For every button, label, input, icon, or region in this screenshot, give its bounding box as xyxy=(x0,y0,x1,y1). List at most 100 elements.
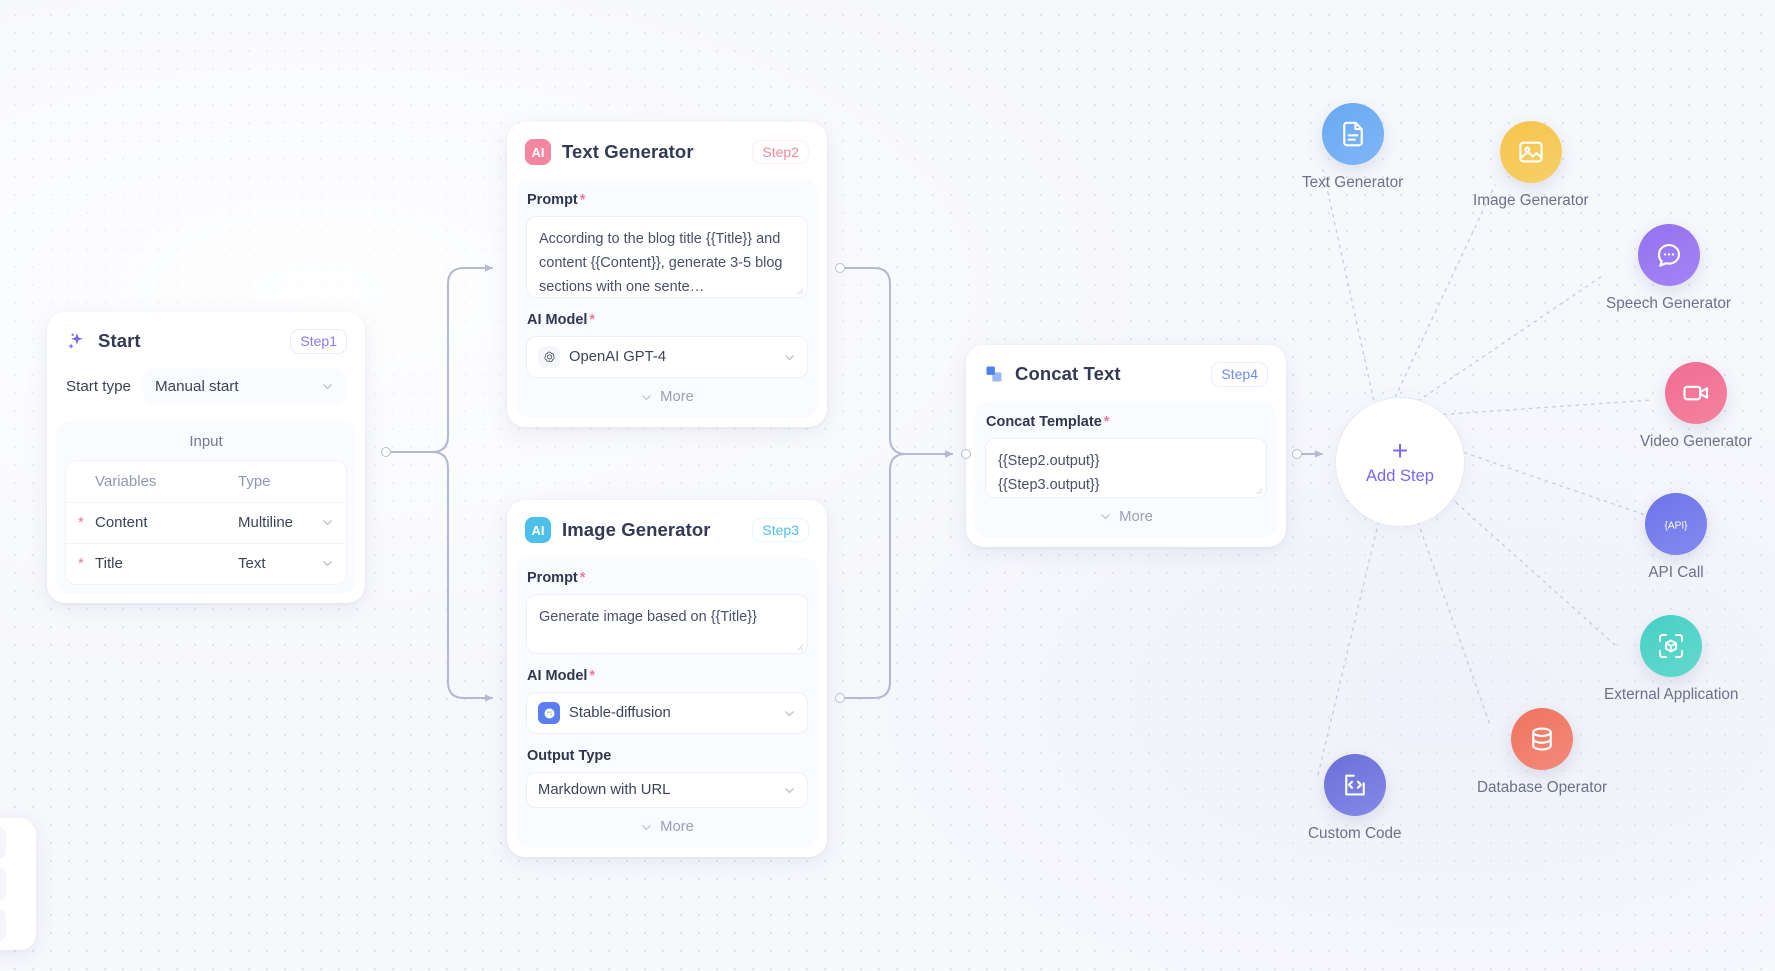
output-type-select[interactable]: Markdown with URL xyxy=(526,772,808,808)
start-input-panel: Input Variables Type * Content Multiline xyxy=(56,420,356,594)
variable-type-value: Multiline xyxy=(238,514,294,532)
node-start[interactable]: Start Step1 Start type Manual start Inpu… xyxy=(47,312,365,603)
palette-item-custom-code[interactable]: Custom Code xyxy=(1308,754,1402,843)
palette-label: Image Generator xyxy=(1473,192,1589,209)
more-toggle[interactable]: More xyxy=(526,378,808,410)
palette-item-text-generator[interactable]: Text Generator xyxy=(1302,103,1403,192)
prompt-label-text: Prompt xyxy=(527,570,578,586)
port-image-generator-output[interactable] xyxy=(835,693,845,703)
node-concat-text-header: Concat Text Step4 xyxy=(966,345,1286,401)
concat-template-line-1: {{Step2.output}} xyxy=(998,452,1100,469)
output-type-value: Markdown with URL xyxy=(538,782,671,798)
more-label: More xyxy=(1119,508,1153,525)
node-concat-text-step-badge: Step4 xyxy=(1211,362,1268,387)
sparkle-icon xyxy=(65,330,87,352)
start-type-row: Start type Manual start xyxy=(47,367,365,421)
resize-grip-icon[interactable] xyxy=(795,642,804,651)
ai-model-select[interactable]: OpenAI GPT-4 xyxy=(526,336,808,378)
node-text-generator-body: Prompt * According to the blog title {{Ti… xyxy=(516,179,818,418)
ai-model-select[interactable]: Stable-diffusion xyxy=(526,692,808,734)
resize-grip-icon[interactable] xyxy=(795,286,804,295)
node-start-title: Start xyxy=(98,330,141,352)
prompt-textarea[interactable]: Generate image based on {{Title}} xyxy=(526,594,808,654)
concat-template-line-2: {{Step3.output}} xyxy=(998,476,1100,493)
concat-squares-icon xyxy=(984,364,1004,384)
ai-badge-icon: AI xyxy=(525,517,551,543)
toolbar-button-3[interactable] xyxy=(0,908,6,942)
ai-model-value: OpenAI GPT-4 xyxy=(569,349,667,365)
variable-type-select[interactable]: Multiline xyxy=(238,514,334,531)
ai-model-label-text: AI Model xyxy=(527,668,588,684)
toolbar-button-1[interactable] xyxy=(0,826,6,860)
openai-icon xyxy=(538,346,560,368)
required-marker: * xyxy=(589,312,596,328)
chevron-down-icon xyxy=(642,824,651,830)
required-marker: * xyxy=(579,570,586,586)
database-icon xyxy=(1511,708,1574,770)
chevron-down-icon xyxy=(323,383,332,390)
required-marker: * xyxy=(579,192,586,208)
palette-item-video-generator[interactable]: Video Generator xyxy=(1640,362,1752,451)
variable-type-value: Text xyxy=(238,555,266,573)
variable-name: Title xyxy=(95,555,123,573)
palette-item-image-generator[interactable]: Image Generator xyxy=(1473,121,1589,210)
port-concat-text-output[interactable] xyxy=(1292,449,1302,459)
chevron-down-icon xyxy=(1101,514,1110,520)
palette-item-database-operator[interactable]: Database Operator xyxy=(1477,708,1607,797)
node-concat-text[interactable]: Concat Text Step4 Concat Template * {{Ste… xyxy=(966,345,1286,547)
canvas-toolbar[interactable] xyxy=(0,818,36,950)
node-image-generator[interactable]: AI Image Generator Step3 Prompt * Generat… xyxy=(507,500,827,857)
node-concat-text-body: Concat Template * {{Step2.output}} {{Step… xyxy=(975,400,1277,538)
add-step-button[interactable]: + Add Step xyxy=(1335,397,1465,527)
concat-template-textarea[interactable]: {{Step2.output}} {{Step3.output}} xyxy=(985,437,1267,498)
port-concat-text-input[interactable] xyxy=(961,449,971,459)
node-image-generator-title: Image Generator xyxy=(562,519,711,540)
concat-template-label-text: Concat Template xyxy=(986,413,1102,430)
palette-item-speech-generator[interactable]: Speech Generator xyxy=(1606,224,1731,313)
prompt-textarea[interactable]: According to the blog title {{Title}} an… xyxy=(526,216,808,298)
more-toggle[interactable]: More xyxy=(985,498,1267,530)
ai-model-label-text: AI Model xyxy=(527,312,588,328)
palette-label: Custom Code xyxy=(1308,825,1402,842)
palette-label: External Application xyxy=(1604,686,1739,703)
output-type-label: Output Type xyxy=(527,748,612,764)
chevron-down-icon xyxy=(785,710,794,716)
prompt-label: Prompt * xyxy=(527,192,808,208)
node-text-generator[interactable]: AI Text Generator Step2 Prompt * Accordin… xyxy=(507,122,827,427)
required-marker: * xyxy=(589,668,596,684)
code-icon xyxy=(1323,754,1386,816)
palette-label: Video Generator xyxy=(1640,433,1752,450)
table-row[interactable]: * Content Multiline xyxy=(66,501,346,543)
variable-type-select[interactable]: Text xyxy=(238,555,334,572)
node-image-generator-header: AI Image Generator Step3 xyxy=(507,500,827,557)
node-start-step-badge: Step1 xyxy=(290,329,347,354)
palette-label: Database Operator xyxy=(1477,779,1608,796)
svg-text:{API}: {API} xyxy=(1664,520,1688,531)
workflow-canvas[interactable]: Start Step1 Start type Manual start Inpu… xyxy=(0,0,1775,971)
palette-label: Text Generator xyxy=(1302,174,1404,191)
node-image-generator-body: Prompt * Generate image based on {{Title}… xyxy=(516,557,818,848)
input-section-title: Input xyxy=(189,432,223,450)
cube-scan-icon xyxy=(1640,615,1703,677)
resize-grip-icon[interactable] xyxy=(1254,486,1263,495)
table-row[interactable]: * Title Text xyxy=(66,542,346,584)
ai-badge-icon: AI xyxy=(525,139,551,165)
port-start-output[interactable] xyxy=(381,447,391,457)
chevron-down-icon xyxy=(785,354,794,360)
more-toggle[interactable]: More xyxy=(526,808,808,840)
port-text-generator-output[interactable] xyxy=(835,263,845,273)
more-label: More xyxy=(660,819,694,835)
prompt-value: According to the blog title {{Title}} an… xyxy=(539,231,783,295)
node-text-generator-step-badge: Step2 xyxy=(752,139,809,165)
prompt-label: Prompt * xyxy=(527,570,808,586)
start-type-value: Manual start xyxy=(155,377,239,395)
palette-item-api-call[interactable]: {API} API Call xyxy=(1645,493,1707,582)
chevron-down-icon xyxy=(642,394,651,400)
video-icon xyxy=(1664,362,1727,424)
ai-model-label: AI Model * xyxy=(527,668,808,684)
palette-item-external-application[interactable]: External Application xyxy=(1604,615,1738,704)
toolbar-button-2[interactable] xyxy=(0,867,6,901)
start-type-select[interactable]: Manual start xyxy=(143,367,346,405)
node-concat-text-title: Concat Text xyxy=(1015,363,1121,385)
chat-bubble-icon xyxy=(1637,224,1700,286)
